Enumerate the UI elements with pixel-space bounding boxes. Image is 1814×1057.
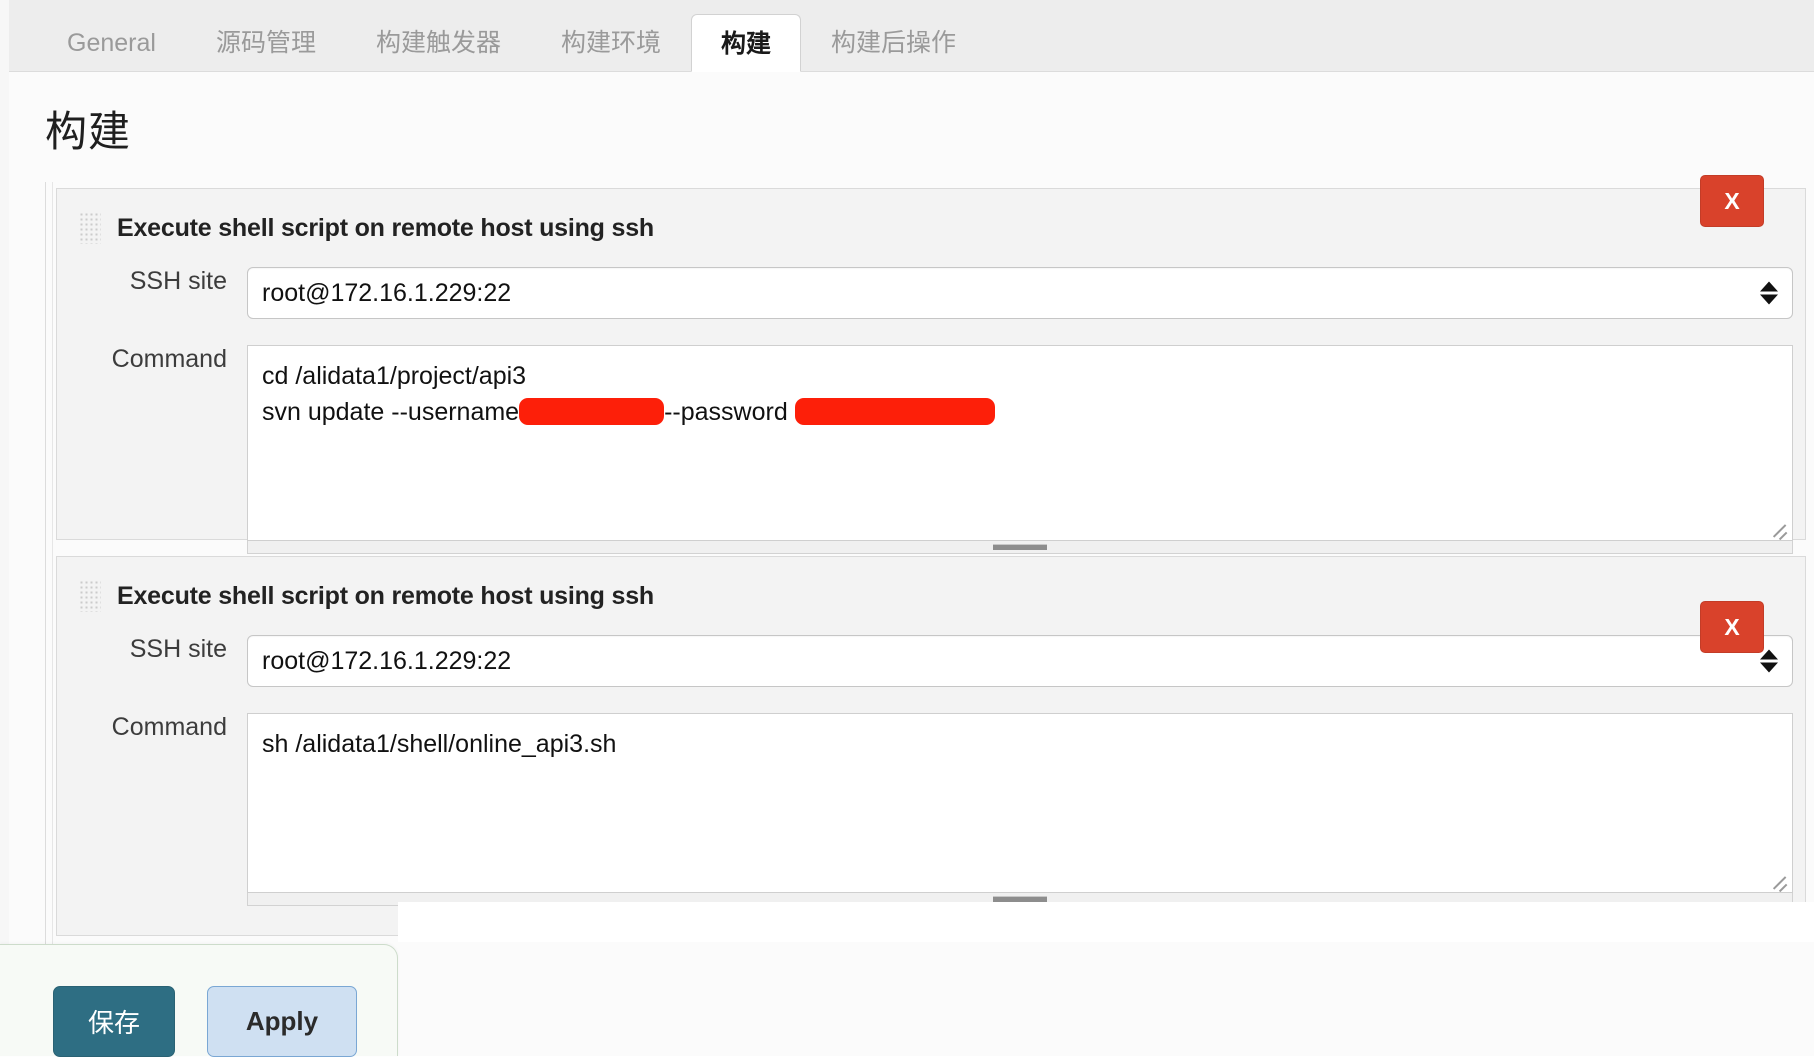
ssh-site-select[interactable]: root@172.16.1.229:22 — [247, 635, 1793, 687]
command-line-1: cd /alidata1/project/api3 — [262, 362, 527, 390]
build-step-block: Execute shell script on remote host usin… — [56, 556, 1806, 936]
ssh-site-field: root@172.16.1.229:22 — [247, 635, 1805, 687]
textarea-resize-bar[interactable] — [247, 541, 1793, 554]
command-row: Command cd /alidata1/project/api3 svn upd… — [57, 345, 1805, 554]
ssh-site-row: SSH site root@172.16.1.229:22 — [57, 267, 1805, 319]
tab-post-build-actions[interactable]: 构建后操作 — [801, 13, 986, 71]
command-line-1: sh /alidata1/shell/online_api3.sh — [262, 730, 617, 758]
build-step-block: Execute shell script on remote host usin… — [56, 188, 1806, 554]
ssh-site-value: root@172.16.1.229:22 — [262, 278, 512, 307]
tab-build[interactable]: 构建 — [691, 14, 802, 72]
drag-grip-icon[interactable] — [79, 212, 101, 244]
build-step-title: Execute shell script on remote host usin… — [117, 581, 654, 610]
command-line-2-prefix: svn update --username — [262, 398, 520, 426]
save-button[interactable]: 保存 — [53, 986, 175, 1057]
ssh-site-row: SSH site root@172.16.1.229:22 — [57, 635, 1805, 687]
ssh-site-label: SSH site — [129, 635, 227, 663]
select-stepper-icon — [1760, 649, 1778, 673]
build-step-title: Execute shell script on remote host usin… — [117, 213, 654, 242]
redacted-password — [794, 398, 995, 425]
command-textarea[interactable]: sh /alidata1/shell/online_api3.sh — [247, 713, 1793, 893]
command-field: cd /alidata1/project/api3 svn update --us… — [247, 345, 1805, 554]
redacted-username — [519, 398, 665, 425]
command-textarea[interactable]: cd /alidata1/project/api3 svn update --us… — [247, 345, 1793, 541]
remove-build-step-button[interactable]: X — [1700, 601, 1764, 653]
tab-build-triggers[interactable]: 构建触发器 — [346, 13, 531, 71]
command-row: Command sh /alidata1/shell/online_api3.s… — [57, 713, 1805, 906]
command-label: Command — [111, 713, 227, 741]
tab-build-environment[interactable]: 构建环境 — [531, 13, 691, 71]
command-label: Command — [111, 345, 227, 373]
ssh-site-select[interactable]: root@172.16.1.229:22 — [247, 267, 1793, 319]
apply-button[interactable]: Apply — [207, 986, 357, 1057]
config-tab-bar: General 源码管理 构建触发器 构建环境 构建 构建后操作 — [9, 0, 1814, 72]
drag-grip-icon[interactable] — [79, 580, 101, 612]
command-field: sh /alidata1/shell/online_api3.sh — [247, 713, 1805, 906]
select-stepper-icon — [1760, 281, 1778, 305]
build-step-header: Execute shell script on remote host usin… — [57, 557, 1805, 612]
textarea-resize-corner-icon[interactable] — [1769, 517, 1789, 537]
form-left-rail-inner — [52, 182, 53, 1056]
build-step-header: Execute shell script on remote host usin… — [57, 189, 1805, 244]
page-title: 构建 — [45, 108, 132, 155]
command-line-2-mid: --password — [664, 398, 795, 426]
tab-general[interactable]: General — [37, 13, 186, 71]
textarea-resize-corner-icon[interactable] — [1769, 869, 1789, 889]
remove-build-step-button[interactable]: X — [1700, 175, 1764, 227]
form-left-rail — [45, 182, 46, 1056]
ssh-site-field: root@172.16.1.229:22 — [247, 267, 1805, 319]
tab-source-code-management[interactable]: 源码管理 — [186, 13, 346, 71]
ssh-site-value: root@172.16.1.229:22 — [262, 646, 512, 675]
sticky-save-bar: 保存 Apply — [0, 944, 398, 1057]
bottom-gutter — [398, 902, 1814, 942]
ssh-site-label: SSH site — [129, 267, 227, 295]
